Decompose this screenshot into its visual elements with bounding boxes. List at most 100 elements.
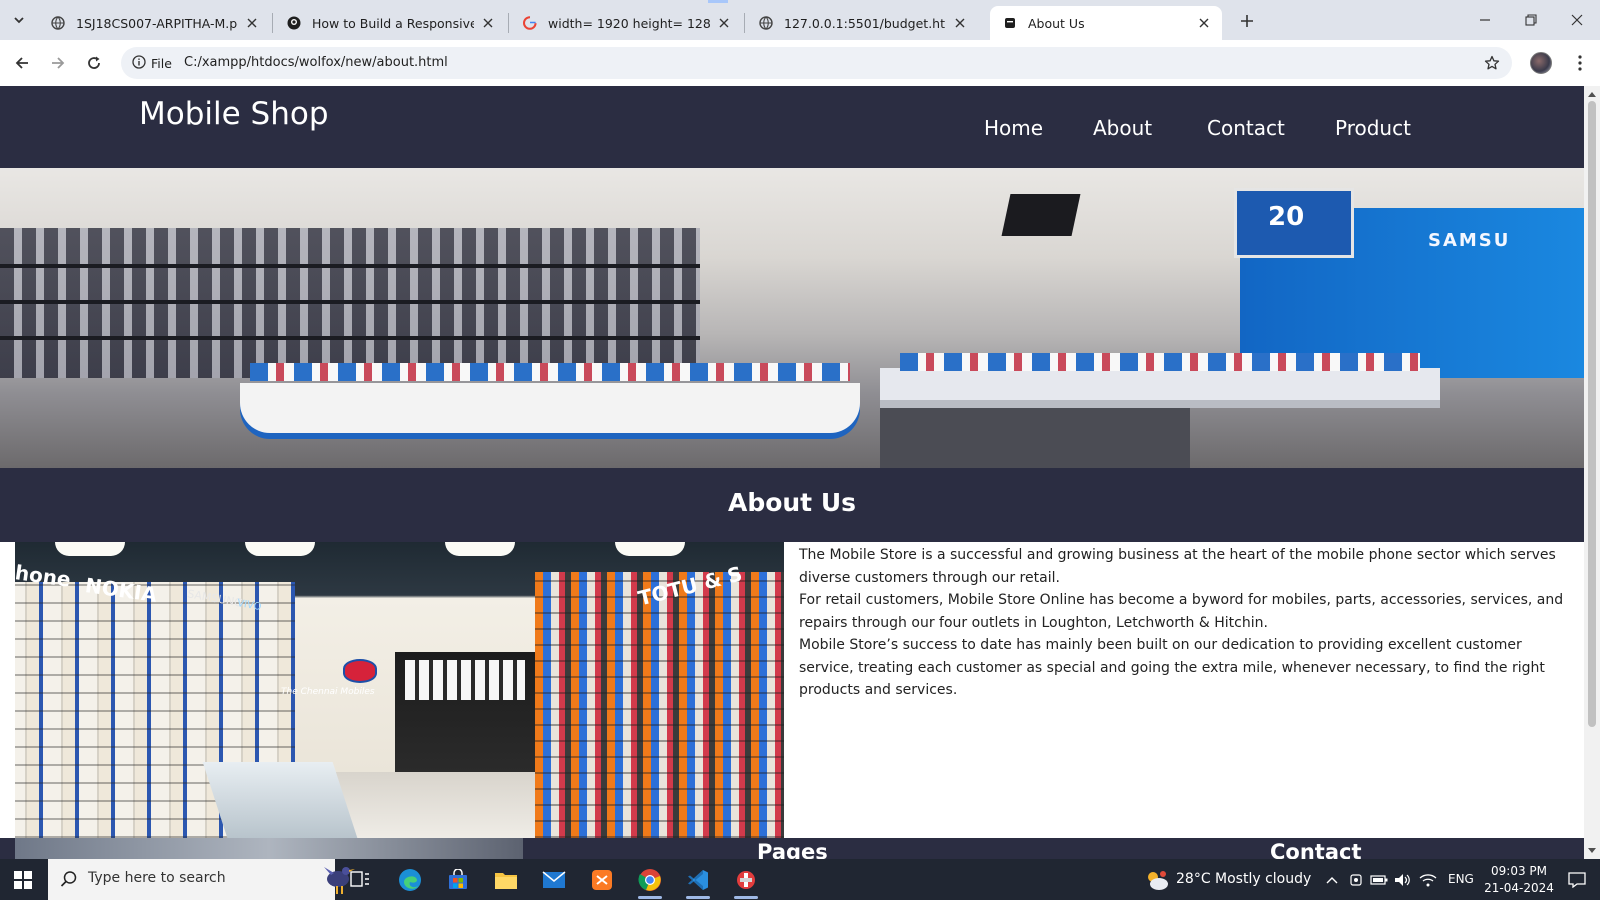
meet-now-icon[interactable]: [1346, 859, 1366, 900]
mail-icon[interactable]: [530, 859, 578, 900]
glass-counter: [202, 762, 358, 838]
profile-avatar[interactable]: [1530, 52, 1552, 74]
address-bar[interactable]: File C:/xampp/htdocs/wolfox/new/about.ht…: [121, 47, 1512, 79]
store-logo-text: The Chennai Mobiles: [281, 687, 375, 697]
nav-link-product[interactable]: Product: [1335, 116, 1411, 140]
weather-cloudy-icon[interactable]: [1144, 867, 1170, 893]
store-logo: [343, 659, 377, 683]
vscode-icon[interactable]: [674, 859, 722, 900]
clock-date: 21-04-2024: [1484, 881, 1554, 895]
site-info-chip[interactable]: File: [126, 51, 181, 75]
volume-icon[interactable]: [1392, 859, 1414, 900]
restore-button[interactable]: [1508, 0, 1554, 40]
github-icon: [286, 15, 302, 31]
browser-toolbar: File C:/xampp/htdocs/wolfox/new/about.ht…: [0, 40, 1600, 86]
hero-store-image: SAMSU 20: [0, 168, 1584, 468]
show-hidden-icons-chevron-up-icon[interactable]: [1322, 859, 1342, 900]
about-title: About Us: [727, 488, 857, 517]
clock-time: 09:03 PM: [1491, 864, 1547, 878]
tab-separator: [272, 13, 273, 33]
tab-label: About Us: [1028, 15, 1085, 31]
windows-start-icon[interactable]: [0, 859, 46, 900]
task-view-icon[interactable]: [336, 859, 384, 900]
hero-devices-row: [250, 363, 850, 381]
page-scrollbar[interactable]: [1584, 86, 1600, 859]
hero-samsung-sign: SAMSU: [1428, 230, 1511, 251]
hero-shelf: [0, 336, 700, 340]
footer-heading-pages: Pages: [757, 840, 828, 859]
footer-image: [15, 838, 523, 859]
about-paragraph: Mobile Store’s success to date has mainl…: [799, 637, 1545, 698]
battery-icon[interactable]: [1368, 859, 1390, 900]
page-viewport: Mobile Shop Home About Contact Product S…: [0, 86, 1584, 859]
taskbar-search-box[interactable]: Type here to search: [48, 859, 355, 900]
nav-link-home[interactable]: Home: [984, 116, 1043, 140]
scroll-thumb[interactable]: [1588, 101, 1596, 727]
about-heading-band: About Us: [0, 468, 1584, 542]
browser-menu-icon[interactable]: [1568, 50, 1592, 76]
nav-link-contact[interactable]: Contact: [1207, 116, 1285, 140]
tab-about-us[interactable]: About Us: [990, 6, 1222, 40]
ceiling-lamp: [55, 542, 125, 556]
notifications-icon[interactable]: [1556, 859, 1598, 900]
tab-google-search[interactable]: width= 1920 height= 1280 convert: [510, 6, 742, 40]
tab-bootstrap[interactable]: How to Build a Responsive Bootstrap: [274, 6, 506, 40]
reload-button[interactable]: [80, 49, 108, 77]
site-brand[interactable]: Mobile Shop: [139, 96, 329, 132]
new-tab-button[interactable]: [1234, 8, 1260, 34]
tab-budget[interactable]: 127.0.0.1:5501/budget.html: [746, 6, 978, 40]
hero-banner-number: 20: [1268, 202, 1305, 232]
system-clock[interactable]: 09:03 PM 21-04-2024: [1478, 863, 1560, 897]
right-product-shelves: [535, 572, 784, 838]
close-tab-icon[interactable]: [1196, 15, 1212, 31]
hero-shelf: [0, 264, 700, 268]
hero-table-base: [880, 408, 1190, 468]
close-tab-icon[interactable]: [952, 15, 968, 31]
file-explorer-icon[interactable]: [482, 859, 530, 900]
page-icon: [1002, 15, 1018, 31]
scroll-up-arrow-icon[interactable]: [1588, 90, 1596, 98]
close-window-button[interactable]: [1554, 0, 1600, 40]
info-icon: [132, 54, 146, 72]
search-placeholder: Type here to search: [88, 870, 226, 886]
tab-separator: [508, 13, 509, 33]
windows-taskbar: Type here to search 28°C Mostly cloudy E…: [0, 859, 1600, 900]
xampp-icon[interactable]: [578, 859, 626, 900]
shop-interior-image: The Chennai Mobiles hone NOKIA SAMSUNG V…: [15, 542, 784, 838]
minimize-button[interactable]: [1462, 0, 1508, 40]
hero-shelf: [0, 300, 700, 304]
search-icon: [60, 870, 78, 888]
tab-label: width= 1920 height= 1280 convert: [548, 15, 710, 31]
chrome-icon[interactable]: [626, 859, 674, 900]
app-icon[interactable]: [722, 859, 770, 900]
scheme-label: File: [151, 55, 172, 71]
globe-icon: [758, 15, 774, 31]
forward-button[interactable]: [44, 49, 72, 77]
site-navbar: Mobile Shop Home About Contact Product: [0, 86, 1584, 168]
back-button[interactable]: [8, 49, 36, 77]
url-text[interactable]: C:/xampp/htdocs/wolfox/new/about.html: [184, 55, 448, 70]
footer-heading-contact: Contact: [1270, 840, 1362, 859]
wifi-icon[interactable]: [1416, 859, 1440, 900]
close-tab-icon[interactable]: [716, 15, 732, 31]
weather-text[interactable]: 28°C Mostly cloudy: [1176, 871, 1311, 887]
browser-tab-strip: 1SJ18CS007-ARPITHA-M.pdf How to Build a …: [0, 0, 1600, 40]
hero-display-table: [880, 368, 1440, 408]
close-tab-icon[interactable]: [480, 15, 496, 31]
edge-icon[interactable]: [386, 859, 434, 900]
about-paragraph: The Mobile Store is a successful and gro…: [799, 547, 1556, 586]
scroll-down-arrow-icon[interactable]: [1588, 847, 1596, 855]
nav-link-about[interactable]: About: [1093, 116, 1152, 140]
center-display-shelf: [405, 660, 525, 700]
globe-icon: [50, 15, 66, 31]
store-icon[interactable]: [434, 859, 482, 900]
close-tab-icon[interactable]: [244, 15, 260, 31]
bookmark-star-icon[interactable]: [1482, 53, 1502, 73]
input-language[interactable]: ENG: [1448, 872, 1474, 886]
tab-label: 1SJ18CS007-ARPITHA-M.pdf: [76, 15, 238, 31]
about-paragraph: For retail customers, Mobile Store Onlin…: [799, 592, 1564, 631]
hero-display-table: [240, 383, 860, 433]
tab-search-chevron-icon[interactable]: [6, 7, 32, 33]
ceiling-lamp: [245, 542, 315, 556]
tab-pdf[interactable]: 1SJ18CS007-ARPITHA-M.pdf: [38, 6, 270, 40]
